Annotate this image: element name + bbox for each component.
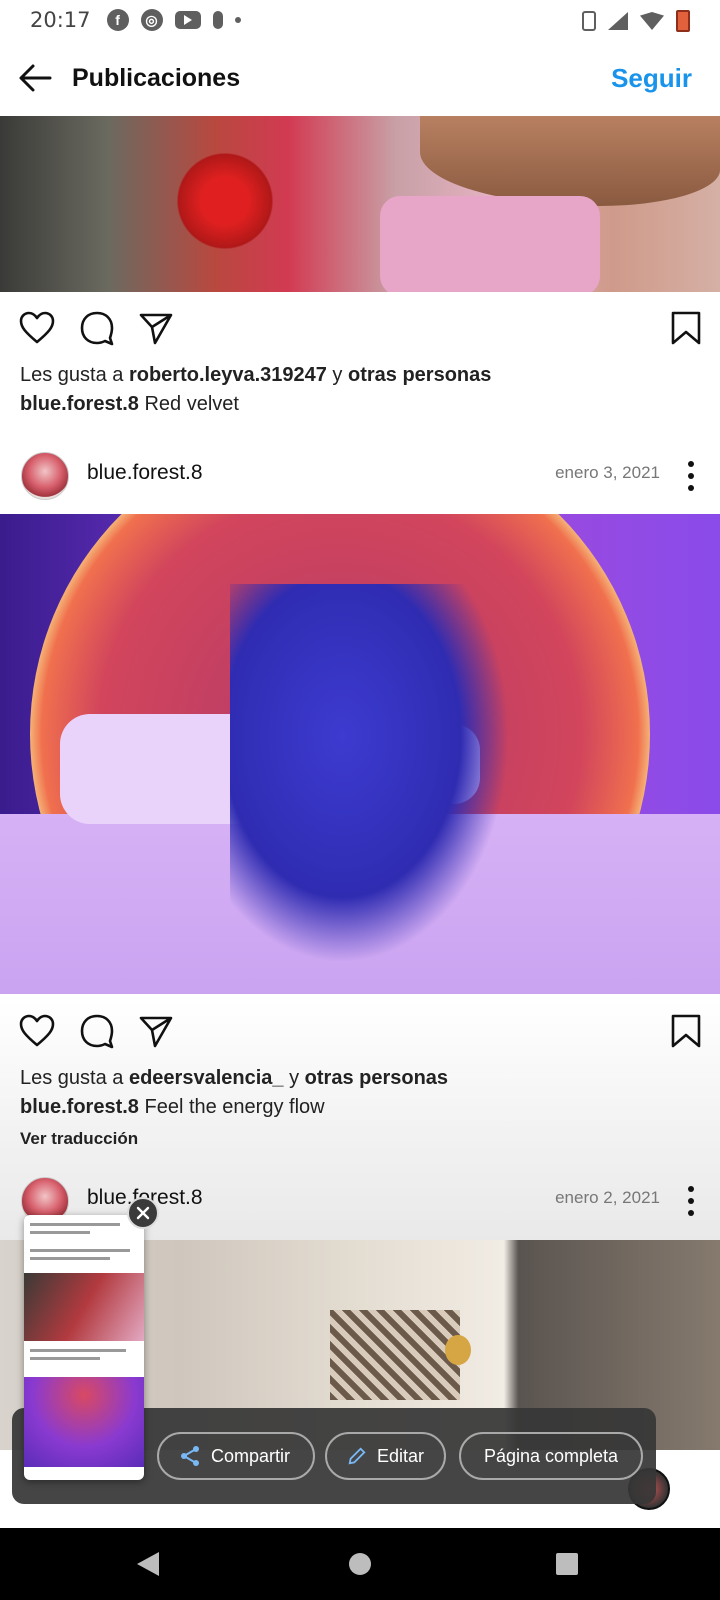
- more-options-icon[interactable]: [686, 1183, 696, 1219]
- post-header: blue.forest.8 enero 3, 2021: [0, 446, 720, 508]
- avatar[interactable]: [21, 452, 69, 500]
- wifi-icon: [640, 12, 664, 30]
- chrome-icon: ◎: [140, 9, 163, 31]
- caption-username[interactable]: blue.forest.8: [20, 1096, 139, 1118]
- post-caption: blue.forest.8 Red velvet: [20, 393, 239, 415]
- liked-by-user[interactable]: edeersvalencia_: [129, 1067, 284, 1089]
- status-time: 20:17: [30, 8, 91, 32]
- facebook-icon: f: [106, 9, 129, 31]
- bookmark-icon[interactable]: [668, 310, 704, 346]
- full-page-button[interactable]: Página completa: [459, 1432, 643, 1480]
- post-date: enero 2, 2021: [555, 1188, 660, 1207]
- post-actions: [0, 1001, 720, 1061]
- post-image[interactable]: [0, 116, 720, 292]
- signal-icon: [608, 12, 628, 30]
- share-send-icon[interactable]: [138, 1013, 174, 1049]
- battery-icon: [676, 10, 690, 32]
- likes-others[interactable]: otras personas: [305, 1067, 448, 1089]
- comment-icon[interactable]: [79, 1013, 115, 1049]
- screenshot-thumbnail[interactable]: [24, 1215, 144, 1480]
- status-bar: 20:17 f ◎: [0, 0, 720, 40]
- share-icon: [181, 1446, 199, 1466]
- close-icon: [136, 1206, 150, 1220]
- liked-by-user[interactable]: roberto.leyva.319247: [129, 364, 327, 386]
- comment-icon[interactable]: [79, 310, 115, 346]
- dot-icon: [234, 17, 241, 23]
- close-thumbnail-button[interactable]: [127, 1197, 159, 1229]
- more-options-icon[interactable]: [686, 458, 696, 494]
- page-title: Publicaciones: [72, 63, 241, 92]
- app-header: Publicaciones Seguir: [0, 40, 720, 116]
- system-navigation-bar: [0, 1528, 720, 1600]
- pencil-icon: [348, 1447, 366, 1465]
- likes-summary[interactable]: Les gusta a roberto.leyva.319247 y otras…: [20, 364, 491, 387]
- post-actions: [0, 298, 720, 358]
- post-caption: blue.forest.8 Feel the energy flow: [20, 1096, 325, 1118]
- caption-username[interactable]: blue.forest.8: [20, 393, 139, 415]
- youtube-icon: [174, 11, 201, 29]
- system-home-icon[interactable]: [349, 1553, 371, 1575]
- system-back-icon[interactable]: [137, 1552, 159, 1576]
- see-translation-link[interactable]: Ver traducción: [20, 1129, 138, 1149]
- like-heart-icon[interactable]: [19, 1013, 55, 1049]
- vibrate-icon: [582, 11, 596, 31]
- bookmark-icon[interactable]: [668, 1013, 704, 1049]
- notification-icons: f ◎: [106, 9, 241, 31]
- like-heart-icon[interactable]: [19, 310, 55, 346]
- edit-button[interactable]: Editar: [325, 1432, 446, 1480]
- post-date: enero 3, 2021: [555, 463, 660, 482]
- post-username[interactable]: blue.forest.8: [87, 461, 203, 485]
- back-arrow-icon[interactable]: [18, 61, 52, 95]
- system-recents-icon[interactable]: [556, 1553, 578, 1575]
- share-send-icon[interactable]: [138, 310, 174, 346]
- post-image[interactable]: [0, 514, 720, 994]
- mic-icon: [212, 11, 223, 29]
- system-icons: [582, 10, 690, 32]
- likes-others[interactable]: otras personas: [348, 364, 491, 386]
- share-button[interactable]: Compartir: [157, 1432, 315, 1480]
- likes-summary[interactable]: Les gusta a edeersvalencia_ y otras pers…: [20, 1067, 448, 1090]
- follow-button[interactable]: Seguir: [611, 63, 692, 94]
